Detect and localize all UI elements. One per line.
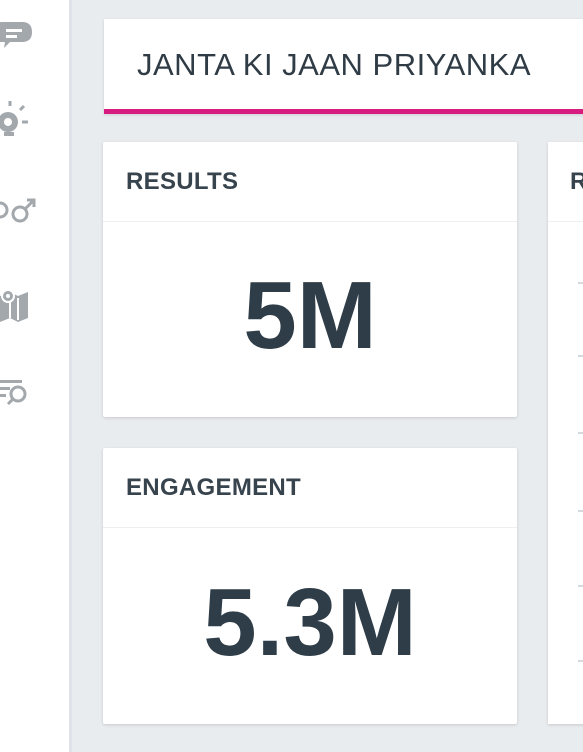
page-title: JANTA KI JAAN PRIYANKA [137, 47, 532, 82]
filter-list-icon[interactable] [0, 372, 40, 412]
dashboard-title-card: JANTA KI JAAN PRIYANKA [104, 19, 583, 114]
results-value: 5M [243, 262, 377, 369]
gender-icon[interactable] [0, 192, 40, 232]
axis-tick [578, 585, 583, 587]
card-header: ENGAGEMENT [103, 448, 517, 528]
engagement-label: ENGAGEMENT [126, 474, 302, 501]
card-header: R [548, 142, 583, 222]
card-header: RESULTS [103, 142, 517, 222]
chat-bubble-icon[interactable] [0, 18, 40, 58]
results-card: RESULTS 5M [103, 142, 517, 417]
bulb-icon[interactable] [0, 100, 40, 140]
partial-right-card: R [548, 142, 583, 724]
axis-tick [578, 660, 583, 662]
engagement-card: ENGAGEMENT 5.3M [103, 448, 517, 724]
axis-tick [578, 432, 583, 434]
map-icon[interactable] [0, 284, 40, 324]
axis-tick [578, 510, 583, 512]
sidebar [0, 0, 72, 752]
results-label: RESULTS [126, 168, 239, 195]
axis-tick [578, 355, 583, 357]
engagement-value: 5.3M [203, 569, 417, 676]
axis-tick [578, 282, 583, 284]
partial-card-label: R [570, 168, 583, 195]
